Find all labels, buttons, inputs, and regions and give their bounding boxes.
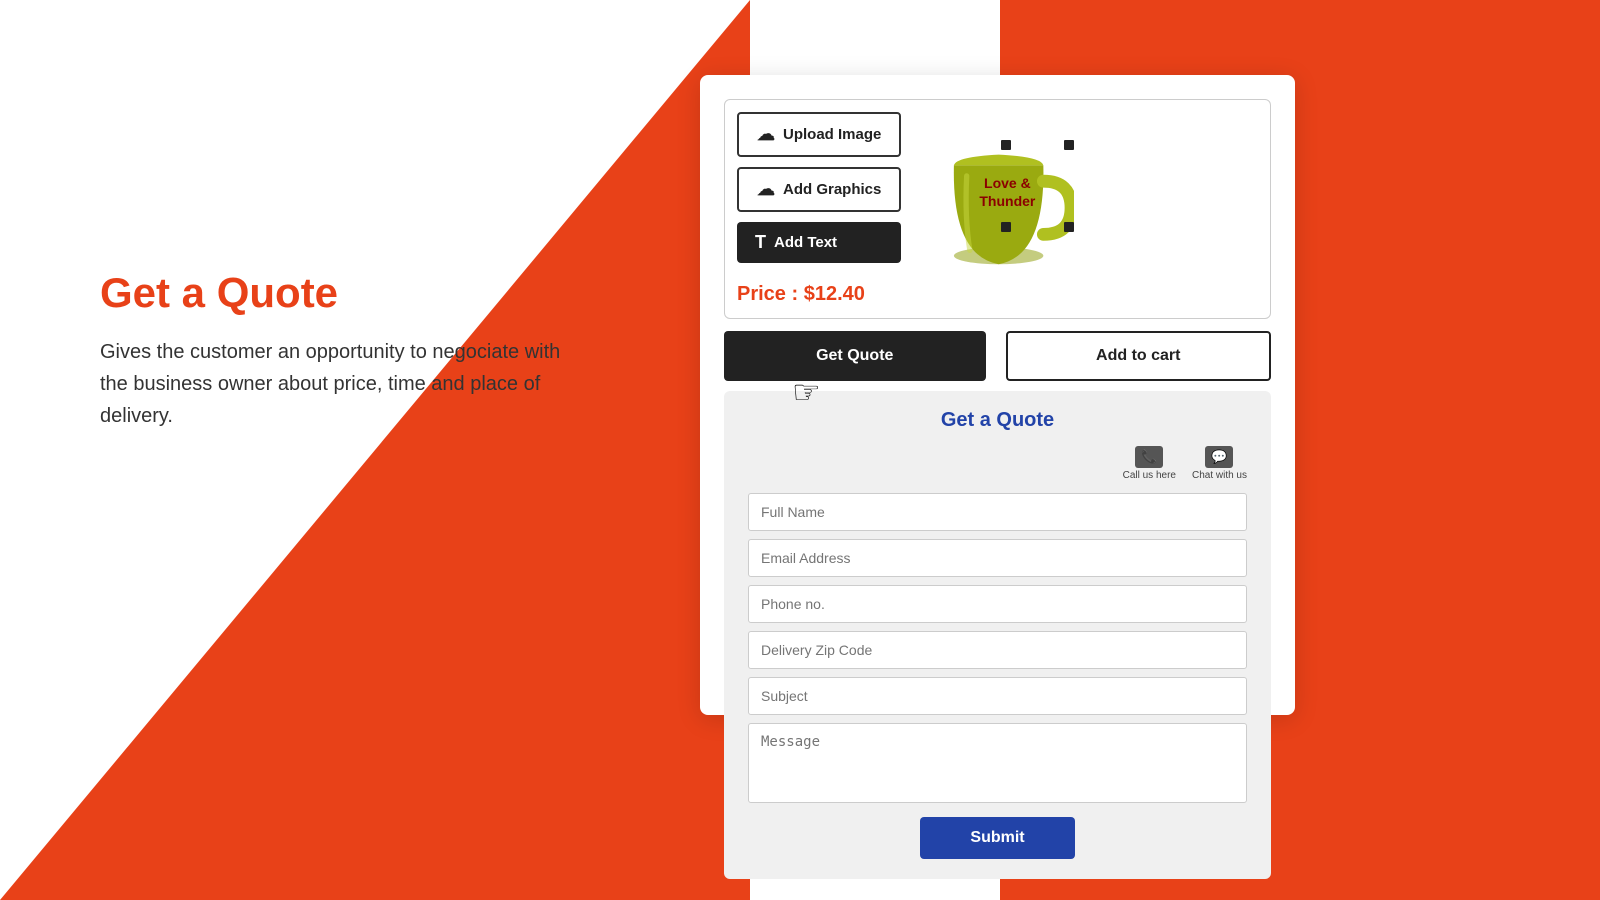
page-title: Get a Quote bbox=[100, 270, 580, 316]
email-input[interactable] bbox=[748, 539, 1247, 577]
submit-button[interactable]: Submit bbox=[920, 817, 1074, 859]
left-panel: Get a Quote Gives the customer an opport… bbox=[100, 270, 580, 432]
quote-form-section: Get a Quote 📞 Call us here 💬 Chat with u… bbox=[724, 391, 1271, 879]
graphics-icon: ☁ bbox=[757, 179, 775, 200]
full-name-input[interactable] bbox=[748, 493, 1247, 531]
add-text-button[interactable]: T Add Text bbox=[737, 222, 901, 263]
quote-form bbox=[748, 493, 1247, 803]
get-quote-button[interactable]: Get Quote bbox=[724, 331, 986, 381]
price-label: Price : $12.40 bbox=[737, 283, 901, 306]
product-customizer: ☁ Upload Image ☁ Add Graphics T Add Text… bbox=[724, 99, 1271, 319]
add-graphics-button[interactable]: ☁ Add Graphics bbox=[737, 167, 901, 212]
chat-icon: 💬 bbox=[1205, 446, 1233, 468]
quote-form-title: Get a Quote bbox=[748, 409, 1247, 432]
zip-input[interactable] bbox=[748, 631, 1247, 669]
product-controls: ☁ Upload Image ☁ Add Graphics T Add Text… bbox=[737, 112, 901, 306]
phone-input[interactable] bbox=[748, 585, 1247, 623]
message-input[interactable] bbox=[748, 723, 1247, 803]
upload-image-button[interactable]: ☁ Upload Image bbox=[737, 112, 901, 157]
product-preview: Love & Thunder bbox=[919, 112, 1089, 287]
handle-top-right bbox=[1064, 140, 1074, 150]
main-card: ☁ Upload Image ☁ Add Graphics T Add Text… bbox=[700, 75, 1295, 715]
text-icon: T bbox=[755, 232, 766, 253]
phone-icon: 📞 bbox=[1135, 446, 1163, 468]
call-us-item: 📞 Call us here bbox=[1123, 446, 1176, 481]
mug-container: Love & Thunder bbox=[919, 112, 1079, 272]
handle-bottom-right bbox=[1064, 222, 1074, 232]
handle-top-left bbox=[1001, 140, 1011, 150]
subject-input[interactable] bbox=[748, 677, 1247, 715]
mug-svg bbox=[919, 112, 1074, 277]
action-buttons: Get Quote Add to cart ☞ bbox=[724, 331, 1271, 381]
upload-icon: ☁ bbox=[757, 124, 775, 145]
chat-item: 💬 Chat with us bbox=[1192, 446, 1247, 481]
page-description: Gives the customer an opportunity to neg… bbox=[100, 336, 580, 432]
cursor-icon: ☞ bbox=[792, 373, 821, 411]
handle-bottom-left bbox=[1001, 222, 1011, 232]
add-to-cart-button[interactable]: Add to cart bbox=[1006, 331, 1272, 381]
contact-icons: 📞 Call us here 💬 Chat with us bbox=[748, 446, 1247, 481]
